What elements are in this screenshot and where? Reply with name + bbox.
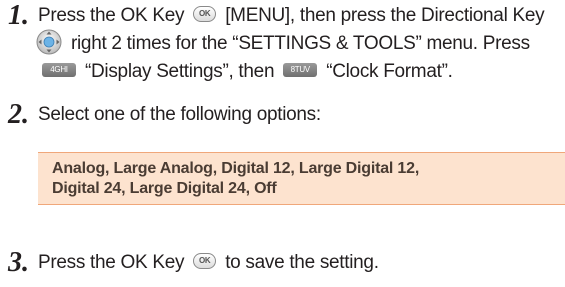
step-1-text-b: [MENU], then press the Directional Key: [225, 5, 545, 26]
step-2: 2. Select one of the following options:: [8, 101, 321, 129]
step-number: 1.: [8, 0, 29, 31]
options-line-2: Digital 24, Large Digital 24, Off: [52, 180, 277, 197]
options-list: Analog, Large Analog, Digital 12, Large …: [52, 159, 419, 199]
step-1-text-a: Press the OK Key: [38, 5, 185, 26]
step-3-line: Press the OK Key OK to save the setting.: [38, 249, 379, 277]
step-1: 1. Press the OK Key OK [MENU], then pres…: [8, 0, 545, 86]
step-text: Press the OK Key OK to save the setting.: [38, 249, 379, 277]
step-3-text-b: to save the setting.: [225, 252, 379, 273]
key-8-icon: 8TUV: [283, 62, 318, 77]
step-1-line-1: Press the OK Key OK [MENU], then press t…: [38, 2, 545, 30]
directional-key-icon: [36, 29, 62, 55]
step-1-text-e: “Clock Format”.: [326, 61, 453, 82]
step-1-line-2: right 2 times for the “SETTINGS & TOOLS”…: [36, 29, 544, 58]
options-line-1: Analog, Large Analog, Digital 12, Large …: [52, 160, 420, 177]
ok-key-icon: OK: [193, 5, 217, 22]
step-1-text-d: “Display Settings”, then: [84, 61, 275, 82]
key-4-icon: 4GHI: [42, 62, 76, 77]
step-text: Press the OK Key OK [MENU], then press t…: [36, 2, 545, 86]
step-text: Select one of the following options:: [38, 104, 321, 125]
step-1-line-3: 4GHI “Display Settings”, then 8TUV “Cloc…: [38, 58, 544, 86]
ok-key-icon: OK: [193, 252, 217, 269]
step-1-text-c: right 2 times for the “SETTINGS & TOOLS”…: [70, 33, 530, 54]
step-number: 2.: [8, 99, 29, 130]
step-3-text-a: Press the OK Key: [38, 252, 185, 273]
options-box: Analog, Large Analog, Digital 12, Large …: [38, 152, 565, 205]
step-number: 3.: [8, 247, 29, 278]
step-3: 3. Press the OK Key OK to save the setti…: [8, 249, 379, 277]
